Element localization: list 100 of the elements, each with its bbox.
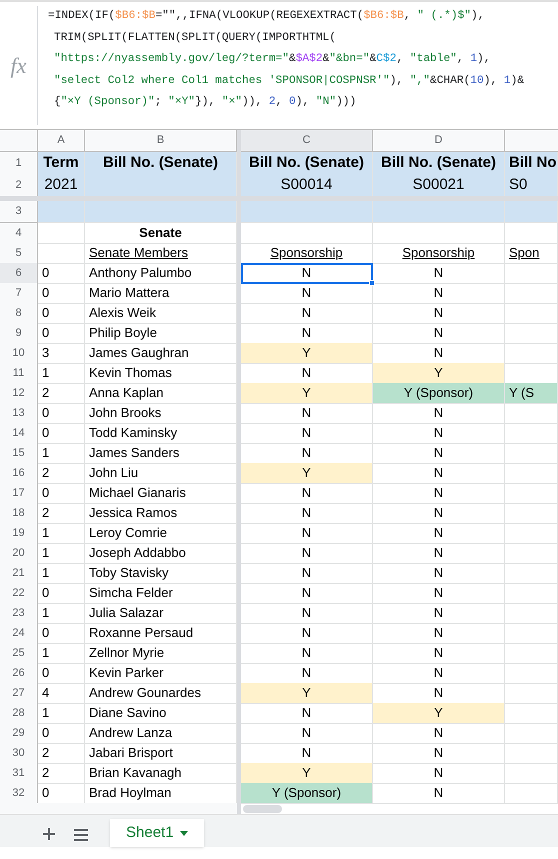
row-number[interactable]: 4 [0, 223, 38, 244]
row-number[interactable]: 28 [0, 703, 38, 724]
table-cell: Y (S [505, 383, 558, 404]
table-cell: N [373, 743, 505, 764]
empty-cell [505, 763, 558, 784]
column-header[interactable]: D [373, 130, 505, 152]
table-cell: 0 [38, 723, 85, 744]
empty-cell [505, 523, 558, 544]
row-number[interactable]: 31 [0, 763, 38, 784]
row-number[interactable]: 1 [0, 152, 38, 176]
table-cell: 4 [38, 683, 85, 704]
table-cell: N [373, 263, 505, 284]
table-cell: N [373, 443, 505, 464]
sheet-tab[interactable]: Sheet1 [110, 819, 204, 847]
formula-line[interactable]: {"×Y (Sponsor)"; "×Y"}), "×")), 2, 0), "N"))) [48, 92, 524, 114]
column-header[interactable]: B [85, 130, 237, 152]
row-number[interactable]: 20 [0, 543, 38, 564]
formula-line[interactable]: "select Col2 where Col1 matches 'SPONSOR|COSPNSR'"), ","&CHAR(10), 1)& [48, 70, 524, 92]
row-number[interactable]: 16 [0, 463, 38, 484]
table-cell: N [373, 723, 505, 744]
table-cell: 2 [38, 503, 85, 524]
table-cell: Bill No [505, 152, 558, 176]
horizontal-scrollbar[interactable] [243, 804, 282, 812]
column-label: Spon [505, 243, 558, 264]
row-number[interactable]: 10 [0, 343, 38, 364]
table-cell: N [373, 563, 505, 584]
row-number[interactable]: 27 [0, 683, 38, 704]
table-cell: N [241, 583, 373, 604]
table-cell: 0 [38, 423, 85, 444]
table-cell: 1 [38, 363, 85, 384]
row-number[interactable]: 23 [0, 603, 38, 624]
table-cell: N [373, 283, 505, 304]
empty-cell [505, 643, 558, 664]
table-cell: 1 [38, 603, 85, 624]
row-number[interactable]: 18 [0, 503, 38, 524]
row-number[interactable]: 7 [0, 283, 38, 304]
table-cell: N [241, 523, 373, 544]
row-number[interactable]: 29 [0, 723, 38, 744]
table-cell: N [241, 503, 373, 524]
table-cell: 0 [38, 303, 85, 324]
table-cell: N [241, 623, 373, 644]
row-number[interactable]: 19 [0, 523, 38, 544]
table-cell: 0 [38, 663, 85, 684]
table-cell: N [373, 663, 505, 684]
row-number[interactable]: 30 [0, 743, 38, 764]
row-number[interactable]: 17 [0, 483, 38, 504]
table-cell: N [373, 423, 505, 444]
row-number[interactable]: 9 [0, 323, 38, 344]
table-cell: 2021 [38, 174, 85, 198]
table-cell: Y [373, 363, 505, 384]
fill-handle[interactable] [369, 280, 375, 286]
row-number[interactable]: 14 [0, 423, 38, 444]
formula-line[interactable]: =INDEX(IF($B6:$B="",,IFNA(VLOOKUP(REGEXEXTRACT($B6:$B, " (.*)$"), [48, 6, 524, 28]
table-cell: Y [241, 463, 373, 484]
table-cell: N [241, 303, 373, 324]
empty-cell [505, 623, 558, 644]
empty-cell [505, 543, 558, 564]
column-header[interactable]: C [241, 130, 373, 152]
row-number[interactable]: 5 [0, 243, 38, 264]
row-number[interactable]: 32 [0, 783, 38, 804]
table-cell: Y [241, 383, 373, 404]
row-number[interactable]: 13 [0, 403, 38, 424]
table-cell: N [373, 323, 505, 344]
formula-line[interactable]: "https://nyassembly.gov/leg/?term="&$A$2&"&bn="&C$2, "table", 1), [48, 49, 524, 70]
row-number[interactable]: 3 [0, 201, 38, 223]
row-number[interactable]: 22 [0, 583, 38, 604]
row-number[interactable]: 2 [0, 174, 38, 198]
table-cell: 2 [38, 383, 85, 404]
formula-line[interactable]: TRIM(SPLIT(FLATTEN(SPLIT(QUERY(IMPORTHTML( [48, 28, 524, 49]
menu-icon[interactable] [74, 829, 88, 841]
table-cell: 0 [38, 283, 85, 304]
table-cell: Bill No. (Senate) [241, 152, 373, 176]
row-number[interactable]: 26 [0, 663, 38, 684]
row-number[interactable]: 25 [0, 643, 38, 664]
table-cell: Bill No. (Senate) [85, 152, 237, 176]
table-cell: S00014 [241, 174, 373, 198]
column-header[interactable]: A [38, 130, 85, 152]
table-cell: 1 [38, 563, 85, 584]
row-number[interactable]: 21 [0, 563, 38, 584]
caret-icon[interactable] [180, 830, 188, 836]
empty-cell [505, 283, 558, 304]
table-cell: 3 [38, 343, 85, 364]
row-number[interactable]: 8 [0, 303, 38, 324]
table-cell: 0 [38, 403, 85, 424]
empty-cell [505, 603, 558, 624]
add-sheet-icon[interactable] [42, 827, 56, 841]
row-number[interactable]: 15 [0, 443, 38, 464]
table-cell: 0 [38, 483, 85, 504]
table-cell: Y [241, 763, 373, 784]
empty-cell [505, 263, 558, 284]
row-number[interactable]: 12 [0, 383, 38, 404]
table-cell: N [373, 463, 505, 484]
table-cell: Y (Sponsor) [373, 383, 505, 404]
table-cell: 0 [38, 263, 85, 284]
table-cell: N [241, 423, 373, 444]
empty-cell [505, 323, 558, 344]
row-number[interactable]: 11 [0, 363, 38, 384]
row-number[interactable]: 6 [0, 263, 38, 284]
row-number[interactable]: 24 [0, 623, 38, 644]
table-cell: N [241, 263, 373, 284]
